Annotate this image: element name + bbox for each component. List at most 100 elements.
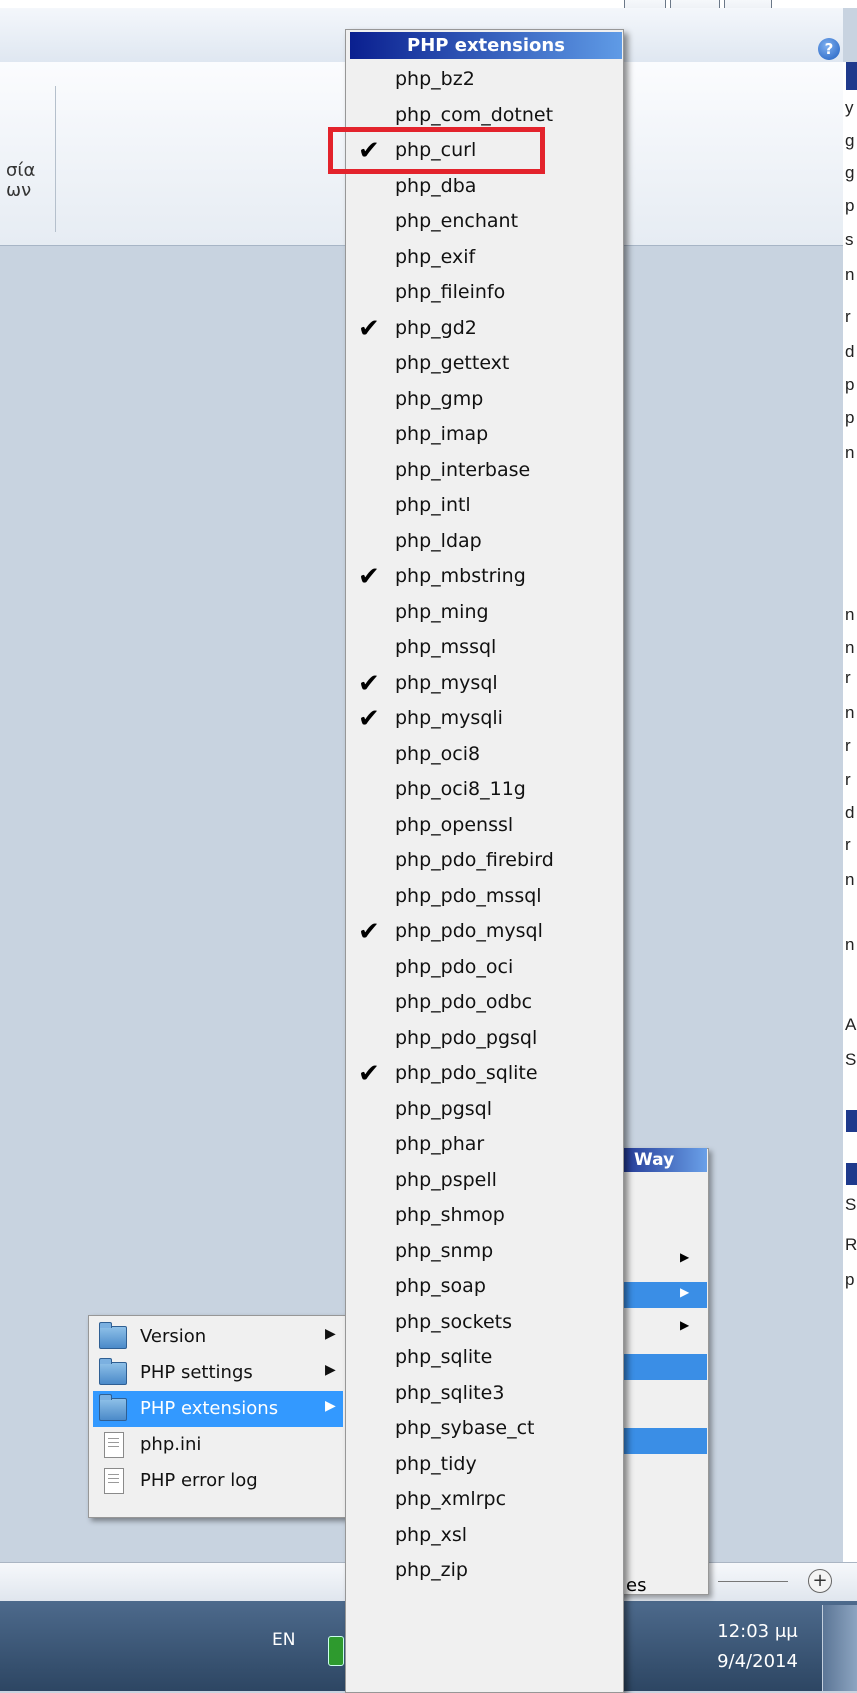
document-edge-glyph: p	[845, 196, 855, 215]
php-extension-item[interactable]: php_dba	[350, 169, 620, 207]
php-extension-item[interactable]: php_oci8_11g	[350, 772, 620, 810]
document-edge-glyph: n	[845, 265, 855, 284]
php-extension-label: php_pdo_firebird	[395, 849, 554, 871]
php-extension-item[interactable]: php_exif	[350, 240, 620, 278]
help-icon[interactable]: ?	[818, 38, 840, 60]
php-extension-item[interactable]: php_openssl	[350, 808, 620, 846]
php-extension-item[interactable]: php_pdo_odbc	[350, 985, 620, 1023]
php-extension-item[interactable]: php_gettext	[350, 346, 620, 384]
ribbon-group-label-line1: σία	[6, 160, 36, 181]
php-extension-item[interactable]: ✔ php_gd2	[350, 311, 620, 349]
php-extension-item[interactable]: php_xsl	[350, 1518, 620, 1556]
taskbar-clock[interactable]: 12:03 μμ 9/4/2014	[715, 1617, 800, 1677]
php-extension-item[interactable]: php_interbase	[350, 453, 620, 491]
php-extension-label: php_enchant	[395, 210, 519, 232]
php-extension-item[interactable]: php_sockets	[350, 1305, 620, 1343]
context-menu-item-label: PHP extensions	[140, 1398, 279, 1419]
php-extension-label: php_pspell	[395, 1168, 497, 1191]
php-extension-label: php_xmlrpc	[395, 1488, 507, 1510]
php-extension-item[interactable]: ✔ php_mysqli	[350, 701, 620, 739]
php-extension-item[interactable]: php_imap	[350, 417, 620, 455]
php-extension-item[interactable]: php_fileinfo	[350, 275, 620, 313]
php-extension-item[interactable]: php_phar	[350, 1127, 620, 1165]
checkmark-icon: ✔	[358, 668, 380, 699]
php-extension-label: php_shmop	[395, 1204, 505, 1226]
chevron-right-icon: ▶	[325, 1398, 336, 1414]
language-indicator[interactable]: EN	[272, 1630, 295, 1650]
php-extension-label: php_pdo_oci	[395, 955, 514, 978]
tray-wamp-icon[interactable]	[328, 1636, 344, 1666]
php-extension-label: php_snmp	[395, 1239, 494, 1262]
context-menu-item[interactable]: Version ▶	[93, 1319, 343, 1355]
php-extension-label: php_mssql	[395, 636, 497, 658]
php-extension-label: php_tidy	[395, 1452, 477, 1475]
document-edge-glyph: d	[845, 803, 855, 822]
php-extension-item[interactable]: ✔ php_mysql	[350, 666, 620, 704]
background-menu-highlight[interactable]	[613, 1354, 707, 1380]
php-extension-item[interactable]: php_sqlite3	[350, 1376, 620, 1414]
php-extension-label: php_openssl	[395, 813, 514, 836]
php-extension-item[interactable]: ✔ php_mbstring	[350, 559, 620, 597]
php-extension-label: php_com_dotnet	[395, 103, 554, 126]
wamp-context-menu: Version ▶ PHP settings ▶ PHP extensions ▶ php.…	[88, 1315, 347, 1518]
php-extension-item[interactable]: php_pdo_oci	[350, 950, 620, 988]
php-extension-item[interactable]: php_mssql	[350, 630, 620, 668]
chevron-right-icon: ▶	[325, 1362, 336, 1378]
php-extension-label: php_phar	[395, 1133, 485, 1155]
document-edge-glyph: p	[845, 408, 855, 427]
background-menu-highlight[interactable]	[613, 1428, 707, 1454]
php-extensions-menu-title: PHP extensions	[350, 32, 622, 59]
php-extension-item[interactable]: php_sybase_ct	[350, 1411, 620, 1449]
background-menu-title: Way	[612, 1148, 707, 1172]
php-extension-item[interactable]: php_gmp	[350, 382, 620, 420]
zoom-in-icon[interactable]: +	[808, 1569, 832, 1593]
document-edge-glyph: n	[845, 605, 855, 624]
php-extension-item[interactable]: php_ming	[350, 595, 620, 633]
php-extension-label: php_pdo_mssql	[395, 884, 542, 907]
php-extension-label: php_exif	[395, 245, 476, 268]
php-extension-item[interactable]: php_pdo_pgsql	[350, 1021, 620, 1059]
context-menu-item[interactable]: PHP extensions ▶	[93, 1391, 343, 1427]
php-extension-item[interactable]: ✔ php_pdo_mysql	[350, 914, 620, 952]
document-edge-glyph: r	[845, 835, 851, 854]
php-extension-item[interactable]: php_pgsql	[350, 1092, 620, 1130]
php-extension-item[interactable]: php_pspell	[350, 1163, 620, 1201]
document-edge-glyph: g	[845, 131, 855, 150]
php-extension-item[interactable]: php_pdo_mssql	[350, 879, 620, 917]
clock-date: 9/4/2014	[717, 1651, 798, 1672]
context-menu-item[interactable]: php.ini	[93, 1427, 343, 1463]
php-extension-item[interactable]: php_pdo_firebird	[350, 843, 620, 881]
zoom-slider[interactable]	[718, 1581, 788, 1582]
php-extension-label: php_imap	[395, 423, 489, 445]
php-extension-label: php_sybase_ct	[395, 1417, 535, 1439]
php-extension-item[interactable]: php_shmop	[350, 1198, 620, 1236]
php-extension-item[interactable]: php_soap	[350, 1269, 620, 1307]
document-edge-glyph: n	[845, 638, 855, 657]
php-extension-item[interactable]: php_intl	[350, 488, 620, 526]
php-extension-item[interactable]: php_oci8	[350, 737, 620, 775]
php-extension-label: php_gmp	[395, 387, 484, 410]
php-extension-item[interactable]: php_xmlrpc	[350, 1482, 620, 1520]
document-edge-glyph: r	[845, 736, 851, 755]
php-extension-item[interactable]: php_tidy	[350, 1447, 620, 1485]
php-extension-label: php_sockets	[395, 1310, 512, 1333]
php-extension-item[interactable]: php_ldap	[350, 524, 620, 562]
php-extension-label: php_soap	[395, 1275, 486, 1297]
folder-icon	[99, 1358, 127, 1385]
document-edge-glyph: r	[845, 307, 851, 326]
document-edge-mark	[846, 1163, 857, 1185]
document-edge-glyph: S	[845, 1195, 857, 1214]
php-extension-item[interactable]: php_snmp	[350, 1234, 620, 1272]
background-menu-highlight[interactable]	[613, 1282, 707, 1308]
php-extension-label: php_pdo_pgsql	[395, 1026, 538, 1049]
context-menu-item[interactable]: PHP error log	[93, 1463, 343, 1499]
php-extension-label: php_oci8_11g	[395, 778, 526, 800]
php-extension-item[interactable]: ✔ php_pdo_sqlite	[350, 1056, 620, 1094]
php-extension-item[interactable]: php_enchant	[350, 204, 620, 242]
php-extension-item[interactable]: php_bz2	[350, 62, 620, 100]
context-menu-item[interactable]: PHP settings ▶	[93, 1355, 343, 1391]
folder-icon	[99, 1322, 127, 1349]
show-desktop-button[interactable]	[822, 1605, 857, 1691]
php-extension-item[interactable]: php_zip	[350, 1553, 620, 1591]
php-extension-item[interactable]: php_sqlite	[350, 1340, 620, 1378]
